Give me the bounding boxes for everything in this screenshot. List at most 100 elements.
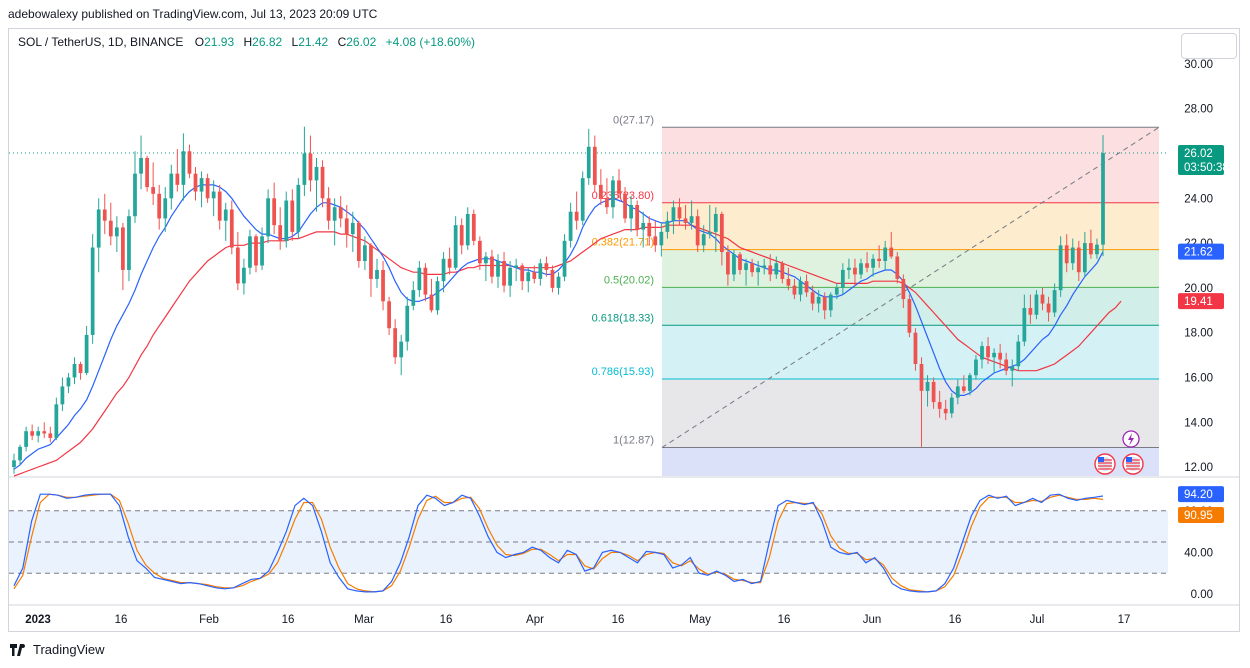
candle-body bbox=[1082, 243, 1087, 273]
price-badge-value: 21.62 bbox=[1184, 247, 1213, 259]
candle-body bbox=[683, 218, 688, 223]
candle bbox=[514, 258, 519, 282]
chart-options-button[interactable] bbox=[1181, 33, 1237, 59]
candle bbox=[187, 144, 192, 179]
candle-body bbox=[66, 377, 71, 387]
candle-body bbox=[520, 265, 525, 282]
candle-body bbox=[907, 299, 912, 333]
candle-body bbox=[598, 184, 603, 199]
candle-body bbox=[266, 198, 270, 237]
candle bbox=[66, 372, 71, 394]
candle bbox=[223, 202, 228, 241]
price-chart[interactable]: 0(27.17)0.236(23.80)0.382(21.71)0.5(20.0… bbox=[0, 0, 1250, 668]
candle-body bbox=[605, 198, 609, 208]
candle-body bbox=[199, 178, 204, 192]
candle bbox=[151, 162, 156, 206]
candle bbox=[574, 191, 579, 230]
time-tick-label: 16 bbox=[612, 614, 625, 626]
candle-body bbox=[405, 305, 410, 342]
candle bbox=[568, 202, 573, 248]
candle-body bbox=[919, 364, 924, 391]
candle bbox=[296, 178, 301, 239]
time-tick-label: 16 bbox=[115, 614, 128, 626]
candle bbox=[465, 207, 470, 250]
tradingview-logo-icon bbox=[10, 643, 26, 656]
candle-body bbox=[877, 258, 882, 261]
candle bbox=[314, 157, 319, 212]
candle-body bbox=[822, 296, 827, 311]
candle bbox=[580, 171, 585, 226]
us-flag-event-icon bbox=[1122, 453, 1144, 475]
candle bbox=[895, 252, 900, 284]
price-tick-label: 14.00 bbox=[1184, 417, 1213, 429]
candle bbox=[96, 198, 101, 273]
candle-body bbox=[60, 386, 65, 405]
candle bbox=[18, 444, 22, 465]
candle bbox=[611, 175, 615, 219]
candle bbox=[550, 265, 555, 293]
candle-body bbox=[175, 173, 180, 185]
candle-body bbox=[532, 272, 537, 279]
candle-body bbox=[550, 269, 555, 288]
candle-body bbox=[242, 267, 246, 284]
candle-body bbox=[586, 146, 591, 179]
candle bbox=[266, 189, 270, 244]
candle-body bbox=[562, 240, 567, 277]
candle-body bbox=[895, 256, 900, 279]
candle-body bbox=[810, 292, 815, 304]
candle bbox=[459, 218, 464, 255]
candle bbox=[490, 249, 494, 284]
candle-body bbox=[411, 290, 416, 306]
stochastic-tick-label: 0.00 bbox=[1191, 589, 1213, 601]
candle-body bbox=[1095, 244, 1099, 255]
us-flag-event-icon bbox=[1094, 453, 1116, 475]
candle bbox=[356, 220, 361, 268]
candle bbox=[72, 357, 77, 385]
candle bbox=[121, 222, 125, 291]
candle-body bbox=[804, 281, 809, 293]
candle-body bbox=[375, 269, 379, 279]
candle-body bbox=[211, 191, 216, 199]
candle bbox=[242, 258, 246, 295]
candle bbox=[284, 191, 289, 248]
candle-body bbox=[780, 263, 785, 279]
candle-body bbox=[774, 263, 779, 275]
candle bbox=[30, 424, 35, 441]
candle-body bbox=[332, 207, 337, 221]
candle-body bbox=[393, 328, 398, 358]
candle-body bbox=[653, 236, 658, 246]
candle-body bbox=[828, 294, 833, 311]
candle-body bbox=[435, 281, 440, 311]
candle bbox=[369, 243, 373, 297]
candle-body bbox=[677, 207, 682, 219]
price-badge-value: 26.02 bbox=[1184, 148, 1213, 160]
candle-body bbox=[623, 193, 627, 219]
candle-body bbox=[96, 209, 101, 248]
candle-body bbox=[961, 386, 966, 391]
candle bbox=[248, 229, 252, 275]
candle-body bbox=[1076, 247, 1081, 273]
time-tick-label: Feb bbox=[199, 614, 219, 626]
price-badge-value: 19.41 bbox=[1184, 296, 1213, 308]
candle-body bbox=[308, 153, 313, 181]
candle-body bbox=[1028, 308, 1033, 315]
candle-body bbox=[665, 220, 670, 232]
candle-body bbox=[901, 278, 906, 300]
candle-body bbox=[24, 431, 28, 447]
candle-body bbox=[254, 236, 258, 266]
high-value: 26.82 bbox=[252, 35, 283, 49]
open-label: O bbox=[194, 35, 205, 49]
candle-body bbox=[508, 267, 512, 286]
candle-body bbox=[205, 178, 210, 199]
candle-body bbox=[998, 352, 1003, 360]
candle bbox=[338, 196, 343, 228]
fib-level-label: 0(27.17) bbox=[613, 114, 654, 126]
candle-body bbox=[139, 157, 143, 174]
candle-body bbox=[889, 247, 894, 257]
candle-body bbox=[580, 178, 585, 221]
price-tick-label: 30.00 bbox=[1184, 59, 1213, 71]
candle bbox=[84, 325, 89, 376]
symbol-legend: SOL / TetherUS, 1D, BINANCE O21.93 H26.8… bbox=[18, 35, 475, 49]
candle-body bbox=[121, 227, 125, 270]
time-tick-label: 16 bbox=[282, 614, 295, 626]
